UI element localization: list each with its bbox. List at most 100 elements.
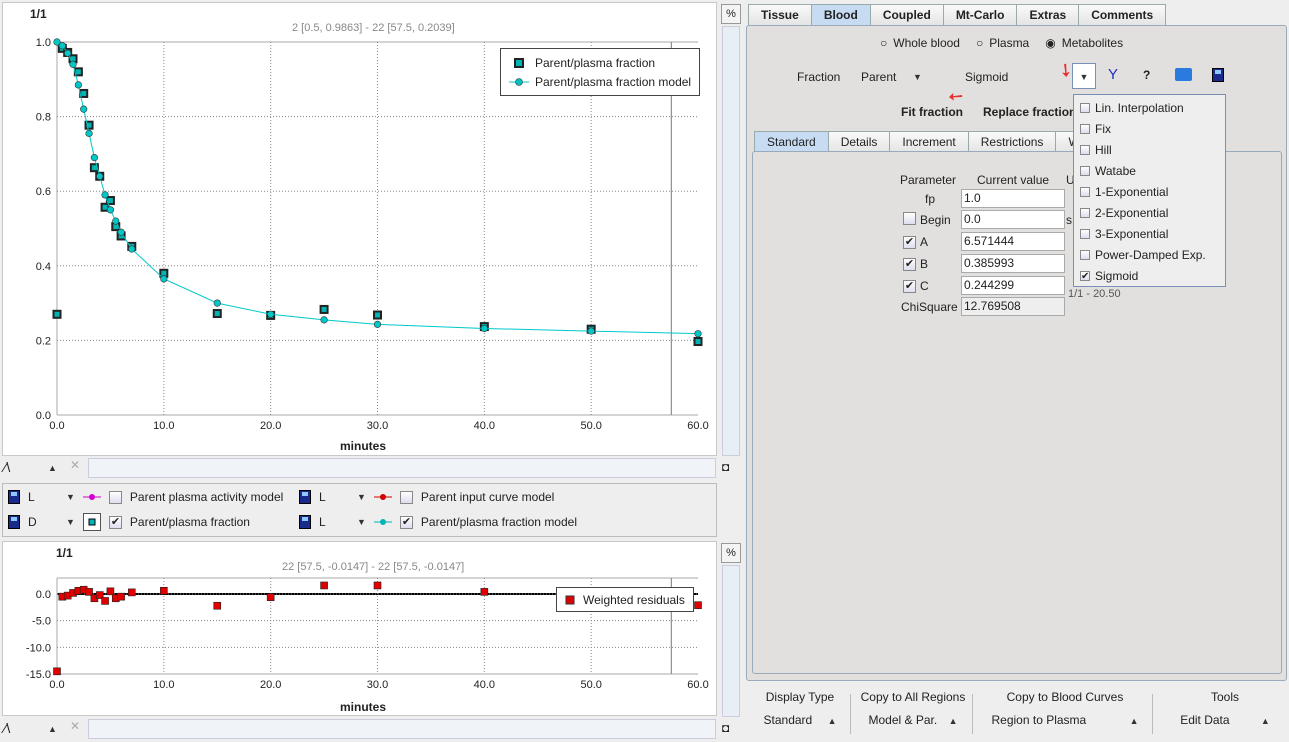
menu-item-label: 2-Exponential [1095,205,1169,220]
radio-plasma[interactable]: ○ [976,36,983,50]
param-value-input[interactable]: 6.571444 [961,232,1065,251]
tab-comments[interactable]: Comments [1078,4,1167,25]
dropdown-icon[interactable]: ▼ [357,517,366,527]
vertical-scrollbar[interactable] [722,26,740,456]
menu-item-1-exponential[interactable]: 1-Exponential [1074,181,1225,202]
save-icon[interactable] [299,515,311,529]
curve-row: L ▼ ✔ Parent/plasma fraction model [299,512,577,532]
select-value: Standard [763,713,813,727]
param-value-input[interactable]: 1.0 [961,189,1065,208]
up-arrow-icon[interactable]: ▲ [48,724,57,734]
save-icon[interactable] [1212,68,1224,82]
curve-checkbox[interactable]: ✔ [399,515,413,529]
curve-checkbox[interactable] [399,490,413,504]
legend: Weighted residuals [556,587,694,612]
menu-item-label: 1-Exponential [1095,184,1169,199]
curve-checkbox[interactable] [108,490,122,504]
legend-residuals: Weighted residuals [583,592,685,607]
radio-label: Whole blood [893,36,960,50]
copy-all-regions-select[interactable]: Model & Par. ▲ [857,709,969,732]
curve-row: L ▼ Parent input curve model [299,487,554,507]
param-fit-checkbox[interactable]: ✔ [903,236,916,249]
menu-item-2-exponential[interactable]: 2-Exponential [1074,202,1225,223]
tab-coupled[interactable]: Coupled [869,4,944,25]
chisquare-label: ChiSquare [901,300,958,314]
close-icon[interactable]: ✕ [70,719,80,733]
menu-item-lin-interpolation[interactable]: Lin. Interpolation [1074,97,1225,118]
menu-item-3-exponential[interactable]: 3-Exponential [1074,223,1225,244]
radio-metabolites[interactable]: ◉ [1045,36,1055,50]
horizontal-scrollbar[interactable] [88,719,716,739]
value-header: Current value [977,173,1050,187]
copy-all-regions-label: Copy to All Regions [860,690,966,704]
param-value-input[interactable]: 0.385993 [961,254,1065,273]
tab-blood[interactable]: Blood [810,4,871,25]
curve-checkbox[interactable]: ✔ [108,515,122,529]
curve-style-icon[interactable]: ⁄\ [4,459,10,475]
page-indicator: 1/1 [56,546,73,560]
curve-label: Parent plasma activity model [129,490,284,504]
x-axis-label: minutes [340,700,387,714]
vertical-scrollbar[interactable] [722,565,740,717]
open-folder-icon[interactable] [1175,68,1192,81]
menu-item-hill[interactable]: Hill [1074,139,1225,160]
dropdown-icon[interactable]: ▼ [357,492,366,502]
menu-item-label: Fix [1095,121,1111,136]
fit-fraction-button[interactable]: Fit fraction [901,105,963,119]
link-icon[interactable]: ◘ [722,460,729,474]
percent-button[interactable]: % [721,4,741,24]
param-header: Parameter [900,173,957,187]
curve-row: D ▼ ✔ Parent/plasma fraction [8,512,250,532]
menu-item-label: Hill [1095,142,1112,157]
save-icon[interactable] [8,490,20,504]
replace-fraction-button[interactable]: Replace fraction [983,105,1076,119]
help-button[interactable]: ? [1143,68,1150,82]
tab-extras[interactable]: Extras [1016,4,1080,25]
tab-details[interactable]: Details [827,131,891,152]
model-name: Sigmoid [965,70,1009,84]
tab-tissue[interactable]: Tissue [748,4,812,25]
percent-button[interactable]: % [721,543,741,563]
legend-data: Parent/plasma fraction [535,55,656,70]
display-type-select[interactable]: Standard ▲ [755,709,845,732]
fraction-select[interactable]: Parent [861,70,896,84]
curve-controls: L ▼ Parent plasma activity model L ▼ Paren… [2,483,717,537]
fraction-dropdown-icon[interactable]: ▼ [913,72,922,82]
link-icon[interactable]: ◘ [722,721,729,735]
line-marker-icon [373,494,392,500]
filter-icon[interactable]: Y [1108,66,1118,83]
tab-restrictions[interactable]: Restrictions [967,131,1057,152]
menu-item-watabe[interactable]: Watabe [1074,160,1225,181]
close-icon[interactable]: ✕ [70,458,80,472]
tools-select[interactable]: Edit Data ▲ [1165,709,1285,732]
horizontal-scrollbar[interactable] [88,458,716,478]
up-arrow-icon[interactable]: ▲ [48,463,57,473]
param-value-input[interactable]: 0.0 [961,210,1065,229]
cursor-readout: 2 [0.5, 0.9863] - 22 [57.5, 0.2039] [292,22,455,34]
param-name: fp [925,192,936,206]
save-icon[interactable] [299,490,311,504]
display-type-label: Display Type [765,690,835,704]
param-name: C [920,279,929,293]
model-dropdown-button[interactable]: ▼ [1072,63,1096,89]
dropdown-icon[interactable]: ▼ [66,517,75,527]
page-indicator: 1/1 [30,7,47,21]
copy-blood-curves-select[interactable]: Region to Plasma ▲ [980,709,1150,732]
param-fit-checkbox[interactable] [903,212,916,225]
save-icon[interactable] [8,515,20,529]
param-fit-checkbox[interactable]: ✔ [903,280,916,293]
menu-item-fix[interactable]: Fix [1074,118,1225,139]
curve-style-icon[interactable]: ⁄\ [4,720,10,736]
tab-increment[interactable]: Increment [889,131,969,152]
dropdown-icon[interactable]: ▼ [66,492,75,502]
square-marker-icon [82,513,101,531]
menu-item-power-damped-exp[interactable]: Power-Damped Exp. [1074,244,1225,265]
param-fit-checkbox[interactable]: ✔ [903,258,916,271]
menu-item-sigmoid[interactable]: ✔ Sigmoid [1074,265,1225,286]
radio-whole-blood[interactable]: ○ [880,36,887,50]
tab-mt-carlo[interactable]: Mt-Carlo [942,4,1018,25]
param-value-input[interactable]: 0.244299 [961,276,1065,295]
tab-standard[interactable]: Standard [754,131,829,152]
fraction-label: Fraction [797,70,841,84]
menu-checkbox [1080,207,1090,218]
